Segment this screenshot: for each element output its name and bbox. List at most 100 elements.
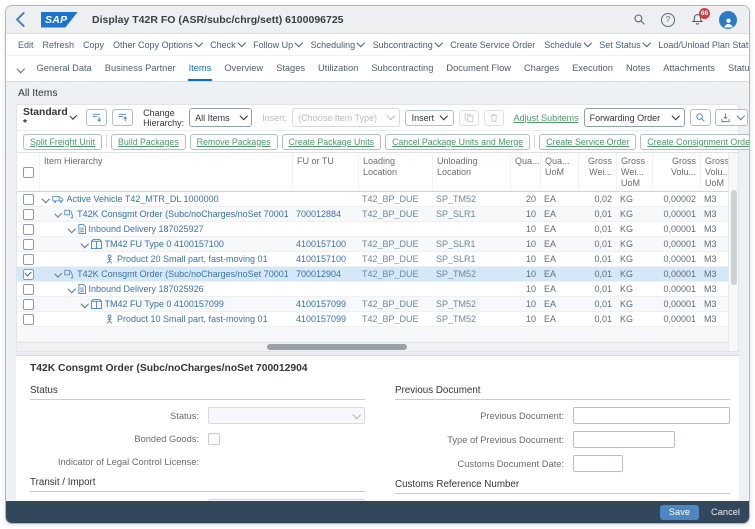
tab-charges[interactable]: Charges	[523, 58, 560, 81]
type-of-previous-document-input[interactable]	[573, 431, 675, 449]
item-hierarchy-text[interactable]: Product 20 Small part, fast-moving 01	[117, 254, 268, 264]
menu-item-follow-up[interactable]: Follow Up	[253, 39, 303, 50]
menu-item-check[interactable]: Check	[210, 39, 246, 50]
table-row-empty[interactable]	[17, 327, 728, 343]
tab-execution[interactable]: Execution	[571, 58, 614, 81]
table-row[interactable]: TM42 FU Type 0 4100157100 4100157100 T42_B…	[17, 237, 728, 253]
vertical-scrollbar-thumb[interactable]	[730, 190, 737, 285]
tab-attachments[interactable]: Attachments	[662, 58, 716, 81]
item-hierarchy-text[interactable]: TM42 FU Type 0 4100157100	[105, 239, 224, 249]
table-row[interactable]: T42K Consgmt Order (Subc/noCharges/noSet…	[17, 267, 728, 283]
menu-item-other-copy-options[interactable]: Other Copy Options	[113, 39, 203, 50]
column-header-fu-or-tu[interactable]: FU or TU	[292, 153, 358, 192]
horizontal-scrollbar[interactable]	[17, 342, 728, 352]
adjust-subitems-link[interactable]: Adjust Subitems	[514, 113, 579, 123]
customs-document-date-input[interactable]	[573, 455, 623, 473]
row-checkbox[interactable]	[22, 283, 34, 295]
table-search-button[interactable]	[689, 109, 711, 126]
menu-item-edit[interactable]: Edit	[18, 40, 34, 50]
cancel-package-units-and-merge-button[interactable]: Cancel Package Units and Merge	[385, 133, 531, 150]
build-packages-button[interactable]: Build Packages	[111, 133, 186, 150]
row-checkbox[interactable]	[22, 268, 34, 280]
delete-row-button[interactable]	[483, 109, 504, 126]
search-icon[interactable]	[632, 13, 646, 27]
tab-stages[interactable]: Stages	[275, 58, 306, 81]
table-row[interactable]: Product 20 Small part, fast-moving 01 410…	[17, 252, 728, 268]
status-select[interactable]	[208, 407, 365, 425]
remove-packages-button[interactable]: Remove Packages	[189, 133, 278, 150]
change-hierarchy-select[interactable]: All Items	[189, 108, 253, 127]
menu-item-schedule[interactable]: Schedule	[544, 39, 592, 50]
column-header-gross-volu-uom[interactable]: Gross Volu... UoM	[700, 153, 728, 192]
menu-item-subcontracting[interactable]: Subcontracting	[373, 39, 443, 50]
item-hierarchy-text[interactable]: Active Vehicle T42_MTR_DL 1000000	[67, 194, 219, 204]
tab-items[interactable]: Items	[187, 58, 213, 81]
item-hierarchy-text[interactable]: Inbound Delivery 187025927	[89, 224, 204, 234]
menu-item-copy[interactable]: Copy	[83, 40, 104, 50]
document-type-select[interactable]: Forwarding Order	[583, 108, 685, 127]
column-header-gross-wei-uom[interactable]: Gross Wei... UoM	[616, 153, 652, 192]
export-button[interactable]	[714, 109, 749, 126]
expand-toggle-icon[interactable]	[80, 300, 89, 308]
notifications-bell-icon[interactable]: 66	[690, 7, 710, 27]
expand-toggle-icon[interactable]	[67, 285, 76, 293]
item-hierarchy-text[interactable]: T42K Consgmt Order (Subc/noCharges/noSet…	[77, 209, 288, 219]
row-checkbox[interactable]	[22, 223, 34, 235]
table-row[interactable]: Inbound Delivery 187025926 10 EA 0,01 KG 0,00…	[17, 282, 728, 298]
view-select[interactable]: Standard *	[23, 107, 78, 129]
customs-activity-select[interactable]	[208, 499, 365, 501]
column-header-qua[interactable]: Qua...	[510, 153, 540, 192]
expand-all-button[interactable]	[86, 109, 108, 126]
cancel-button[interactable]: Cancel	[711, 507, 740, 517]
tab-utilization[interactable]: Utilization	[317, 58, 359, 81]
item-hierarchy-text[interactable]: TM42 FU Type 0 4100157099	[105, 299, 224, 309]
collapse-header-icon[interactable]	[16, 63, 25, 74]
split-freight-unit-button[interactable]: Split Freight Unit	[23, 133, 103, 150]
tab-document-flow[interactable]: Document Flow	[445, 58, 512, 81]
row-checkbox[interactable]	[22, 238, 34, 250]
create-service-order-button[interactable]: Create Service Order	[539, 133, 637, 150]
copy-row-button[interactable]	[458, 109, 479, 126]
create-consignment-order-button[interactable]: Create Consignment Order	[640, 133, 749, 150]
column-header-item-hierarchy[interactable]: Item Hierarchy	[39, 153, 292, 192]
previous-document-input[interactable]	[573, 407, 730, 425]
tab-notes[interactable]: Notes	[625, 58, 651, 81]
save-button[interactable]: Save	[659, 504, 700, 520]
row-checkbox[interactable]	[22, 298, 34, 310]
table-row[interactable]: Product 10 Small part, fast-moving 01 410…	[17, 312, 728, 328]
tab-general-data[interactable]: General Data	[36, 58, 93, 81]
column-header-gross-wei[interactable]: Gross Wei...	[578, 153, 616, 192]
help-icon[interactable]: ?	[661, 12, 675, 27]
expand-toggle-icon[interactable]	[54, 270, 63, 278]
expand-toggle-icon[interactable]	[67, 225, 76, 233]
menu-item-set-status[interactable]: Set Status	[599, 39, 651, 50]
back-icon[interactable]	[15, 11, 32, 28]
create-package-units-button[interactable]: Create Package Units	[281, 133, 382, 150]
row-checkbox[interactable]	[22, 253, 34, 265]
table-row[interactable]: Inbound Delivery 187025927 10 EA 0,01 KG 0,00…	[17, 222, 728, 238]
column-header-unloading-location[interactable]: Unloading Location	[432, 153, 510, 192]
menu-item-scheduling[interactable]: Scheduling	[311, 39, 365, 50]
table-row[interactable]: Active Vehicle T42_MTR_DL 1000000 T42_BP_…	[17, 192, 728, 208]
menu-item-refresh[interactable]: Refresh	[43, 40, 75, 50]
tab-business-partner[interactable]: Business Partner	[104, 58, 177, 81]
column-header-loading-location[interactable]: Loading Location	[358, 153, 432, 192]
insert-button[interactable]: Insert	[404, 109, 454, 126]
item-hierarchy-text[interactable]: T42K Consgmt Order (Subc/noCharges/noSet…	[77, 269, 288, 279]
menu-item-create-service-order[interactable]: Create Service Order	[450, 40, 535, 50]
expand-toggle-icon[interactable]	[54, 210, 63, 218]
column-header-qua-uom[interactable]: Qua... UoM	[540, 153, 578, 192]
expand-toggle-icon[interactable]	[41, 195, 50, 203]
bonded-goods-checkbox[interactable]	[208, 433, 220, 446]
table-row[interactable]: T42K Consgmt Order (Subc/noCharges/noSet…	[17, 207, 728, 223]
vertical-scrollbar[interactable]	[728, 153, 738, 352]
horizontal-scrollbar-thumb[interactable]	[267, 344, 407, 351]
user-avatar[interactable]	[719, 10, 737, 29]
item-hierarchy-text[interactable]: Product 10 Small part, fast-moving 01	[117, 314, 268, 324]
tab-overview[interactable]: Overview	[223, 58, 264, 81]
insert-item-type-select[interactable]: (Choose Item Type)	[292, 108, 400, 127]
table-row[interactable]: TM42 FU Type 0 4100157099 4100157099 T42_B…	[17, 297, 728, 313]
tab-subcontracting[interactable]: Subcontracting	[370, 58, 434, 81]
column-header-gross-volu[interactable]: Gross Volu...	[652, 153, 700, 192]
tab-statuses[interactable]: Statuses	[727, 58, 749, 81]
